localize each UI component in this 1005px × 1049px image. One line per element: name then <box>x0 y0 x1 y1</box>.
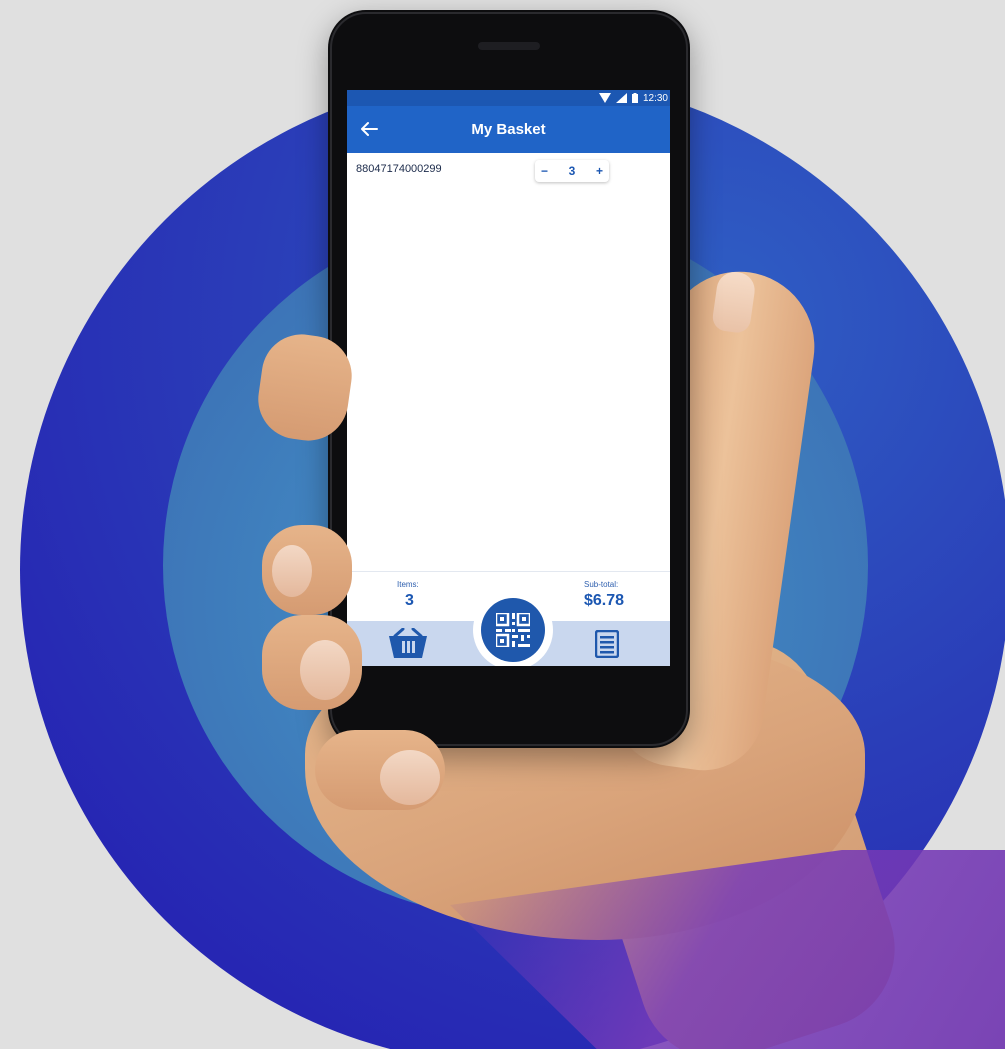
phone-screen: 12:30 My Basket 88047174000299 − 3 + Ite… <box>347 90 670 666</box>
scan-qr-button[interactable] <box>481 598 545 662</box>
basket-item-row: 88047174000299 − 3 + <box>347 153 670 192</box>
battery-icon <box>631 93 638 103</box>
status-time: 12:30 <box>642 92 668 104</box>
subtotal-value: $6.78 <box>584 592 625 609</box>
wifi-icon <box>598 93 611 103</box>
items-count-label: Items: <box>397 580 419 589</box>
pinky-fingernail <box>380 750 440 805</box>
item-barcode: 88047174000299 <box>356 163 442 175</box>
middle-fingernail <box>272 545 312 597</box>
status-bar: 12:30 <box>347 90 670 106</box>
phone-speaker <box>478 42 540 50</box>
basket-list-empty-area <box>347 191 670 571</box>
basket-icon[interactable] <box>387 628 429 660</box>
increment-button[interactable]: + <box>596 164 603 178</box>
list-icon[interactable] <box>595 630 619 658</box>
subtotal-label: Sub-total: <box>584 580 619 589</box>
ring-fingernail <box>300 640 350 700</box>
qr-code-icon <box>496 613 530 647</box>
app-bar: My Basket <box>347 106 670 153</box>
decrement-button[interactable]: − <box>541 164 548 178</box>
quantity-value: 3 <box>568 164 576 178</box>
signal-icon <box>615 93 627 103</box>
page-title: My Basket <box>471 121 546 138</box>
quantity-stepper: − 3 + <box>535 160 609 182</box>
items-count-value: 3 <box>405 592 414 609</box>
marketing-backdrop: 12:30 My Basket 88047174000299 − 3 + Ite… <box>0 0 1005 1049</box>
